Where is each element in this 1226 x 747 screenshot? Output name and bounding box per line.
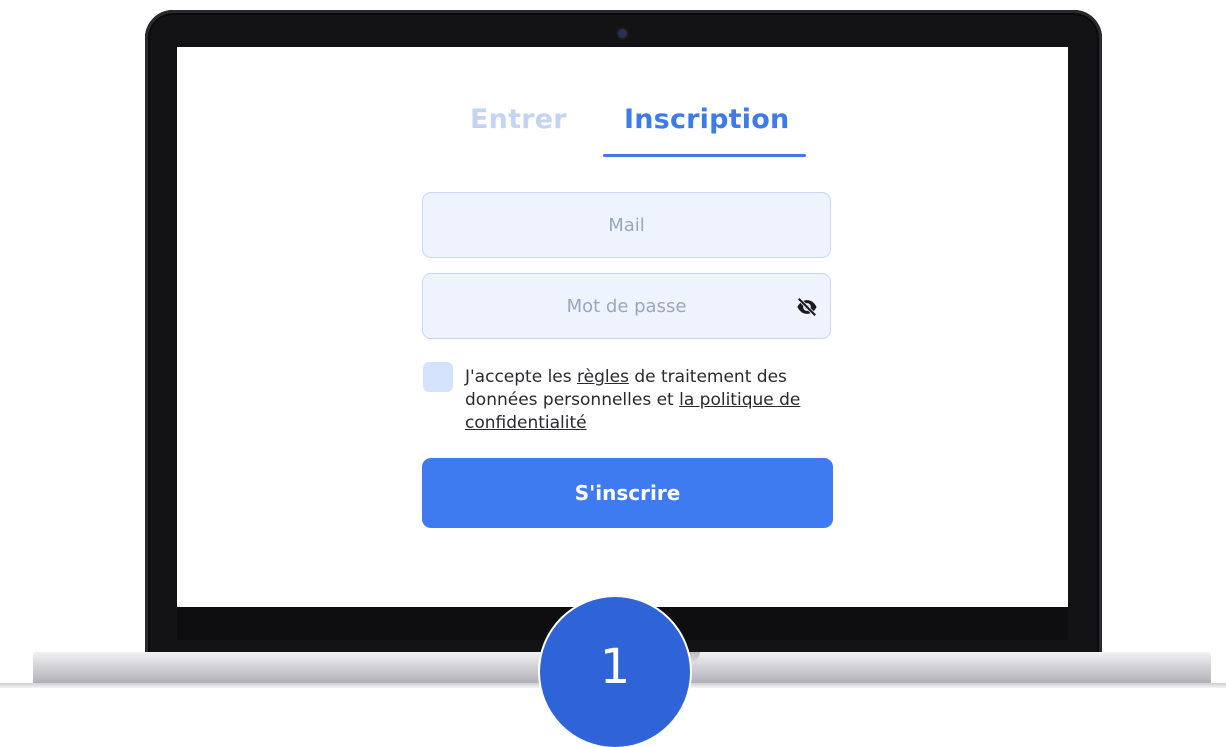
password-input[interactable] [423, 294, 830, 318]
tab-inscription[interactable]: Inscription [624, 104, 789, 135]
active-tab-indicator [603, 154, 806, 157]
signup-button[interactable]: S'inscrire [422, 458, 833, 528]
mail-input[interactable] [423, 213, 830, 237]
rules-link[interactable]: règles [577, 367, 629, 387]
password-field-container [422, 273, 831, 339]
eye-slash-icon[interactable] [796, 296, 818, 318]
consent-checkbox[interactable] [423, 362, 453, 392]
mail-field-container [422, 192, 831, 258]
consent-text: J'accepte les règles de traitement des d… [465, 366, 810, 435]
tab-entrer[interactable]: Entrer [470, 104, 567, 135]
step-number-badge: 1 [540, 597, 690, 747]
consent-text-1: J'accepte les [465, 367, 578, 387]
camera-icon [618, 29, 627, 38]
